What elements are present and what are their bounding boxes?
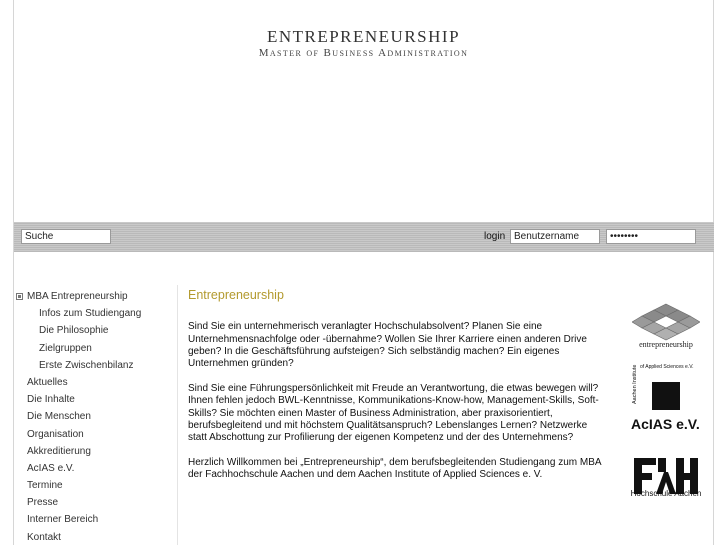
fh-aachen-caption: Hochschule Aachen (630, 489, 702, 498)
sidebar-item-infos[interactable]: Infos zum Studiengang (16, 305, 176, 322)
site-subtitle: Master of Business Administration (258, 47, 469, 59)
sidebar-item-termine[interactable]: Termine (16, 477, 176, 494)
collapse-icon[interactable] (16, 293, 23, 300)
search-input[interactable] (21, 229, 111, 244)
sidebar-nav: MBA Entrepreneurship Infos zum Studienga… (16, 288, 176, 545)
audience-paragraph: Sind Sie eine Führungspersönlichkeit mit… (188, 382, 599, 444)
login-label: login (484, 231, 506, 242)
sidebar-item-acias[interactable]: AcIAS e.V. (16, 460, 176, 477)
sidebar-item-zielgruppen[interactable]: Zielgruppen (16, 340, 176, 357)
sidebar-item-philosophie[interactable]: Die Philosophie (16, 322, 176, 339)
page-heading: Entrepreneurship (188, 288, 284, 302)
sidebar-item-akkreditierung[interactable]: Akkreditierung (16, 443, 176, 460)
column-divider (177, 285, 178, 545)
sidebar-item-mba-entrepreneurship[interactable]: MBA Entrepreneurship (16, 288, 176, 305)
acias-top-text: of Applied Sciences e.V. (640, 364, 694, 370)
sidebar-item-interner-bereich[interactable]: Interner Bereich (16, 511, 176, 528)
sidebar-item-menschen[interactable]: Die Menschen (16, 408, 176, 425)
site-title: ENTREPRENEURSHIP (266, 27, 461, 46)
sidebar-item-presse[interactable]: Presse (16, 494, 176, 511)
acias-square-mark (652, 382, 680, 410)
sidebar-item-kontakt[interactable]: Kontakt (16, 529, 176, 545)
acias-name: AcIAS e.V. (631, 416, 700, 432)
sidebar-item-zwischenbilanz[interactable]: Erste Zwischenbilanz (16, 357, 176, 374)
intro-paragraph: Sind Sie ein unternehmerisch veranlagter… (188, 321, 587, 370)
sidebar-item-aktuelles[interactable]: Aktuelles (16, 374, 176, 391)
toolbar: login (14, 222, 714, 252)
password-input[interactable] (606, 229, 696, 244)
sidebar-item-inhalte[interactable]: Die Inhalte (16, 391, 176, 408)
sidebar-item-organisation[interactable]: Organisation (16, 426, 176, 443)
entrepreneurship-logo-caption: entrepreneurship (639, 340, 693, 349)
acias-side-text: Aachen Institute (632, 364, 638, 404)
username-input[interactable] (510, 229, 600, 244)
sidebar-item-label: MBA Entrepreneurship (27, 291, 128, 302)
main-content: Entrepreneurship Sind Sie ein unternehme… (188, 289, 603, 494)
acias-logo: Aachen Institute of Applied Sciences e.V… (630, 362, 702, 434)
welcome-paragraph: Herzlich Willkommen bei „Entrepreneurshi… (188, 456, 601, 481)
